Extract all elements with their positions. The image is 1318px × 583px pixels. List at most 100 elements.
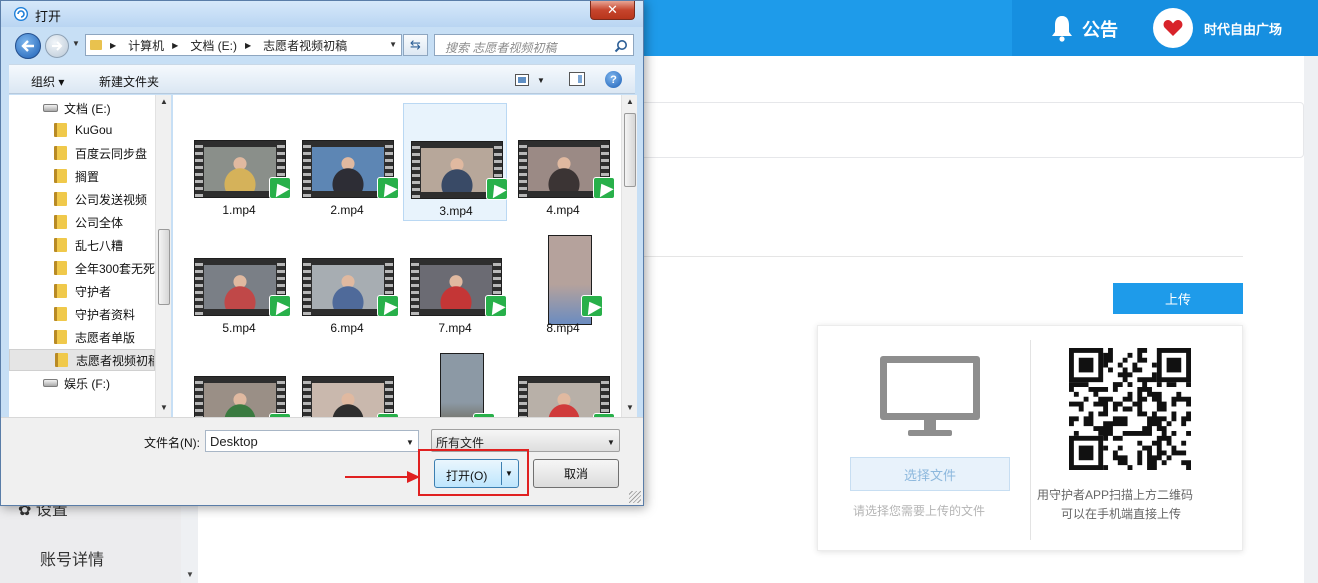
folder-icon xyxy=(54,238,67,252)
arrow-right-icon xyxy=(52,41,63,51)
avatar[interactable] xyxy=(1153,8,1193,48)
panel-divider xyxy=(1030,340,1031,540)
tree-item[interactable]: 文档 (E:) xyxy=(9,97,155,119)
refresh-button[interactable]: ⇆ xyxy=(403,34,428,56)
file-item[interactable]: 7.mp4 xyxy=(403,221,507,339)
tree-item[interactable]: 公司发送视频 xyxy=(9,188,155,210)
file-item[interactable] xyxy=(403,339,507,417)
scroll-up-icon[interactable]: ▲ xyxy=(160,97,168,106)
organize-menu[interactable]: 组织 ▾ xyxy=(31,73,64,90)
file-name: 4.mp4 xyxy=(546,203,580,217)
folder-icon xyxy=(54,307,67,321)
preview-pane-icon[interactable] xyxy=(569,72,585,86)
file-item[interactable]: 1.mp4 xyxy=(187,103,291,221)
forward-button[interactable] xyxy=(45,34,69,58)
resize-grip[interactable] xyxy=(629,491,641,503)
bell-icon[interactable] xyxy=(1050,14,1074,42)
file-item[interactable]: 5.mp4 xyxy=(187,221,291,339)
heart-icon xyxy=(1163,20,1183,36)
tree-item[interactable]: 全年300套无死 xyxy=(9,257,155,279)
upload-button[interactable]: 上传 xyxy=(1113,283,1243,314)
video-app-icon xyxy=(593,177,615,199)
scroll-down-icon[interactable]: ▼ xyxy=(160,403,168,412)
tree-item[interactable]: 志愿者视频初稿 xyxy=(9,349,155,371)
chevron-down-icon[interactable]: ▼ xyxy=(389,40,397,49)
file-item[interactable]: 3.mp4 xyxy=(403,103,508,221)
chevron-down-icon[interactable]: ▼ xyxy=(607,438,615,447)
tree-item[interactable]: 志愿者单版 xyxy=(9,326,155,348)
file-item[interactable] xyxy=(511,339,615,417)
file-list-scrollbar[interactable]: ▲ ▼ xyxy=(621,95,637,417)
drive-icon xyxy=(43,104,58,112)
folder-icon xyxy=(55,353,68,367)
video-frame xyxy=(312,147,384,191)
new-folder-button[interactable]: 新建文件夹 xyxy=(99,73,159,90)
video-frame xyxy=(420,265,492,309)
file-item[interactable]: 2.mp4 xyxy=(295,103,399,221)
folder-icon xyxy=(54,123,67,137)
tree-item[interactable]: 乱七八糟 xyxy=(9,234,155,256)
file-item[interactable] xyxy=(295,339,399,417)
breadcrumb-computer[interactable]: 计算机 xyxy=(128,37,164,54)
divider xyxy=(640,256,1243,257)
video-app-icon xyxy=(486,178,508,200)
film-strip xyxy=(303,141,311,197)
scrollbar-thumb[interactable] xyxy=(624,113,636,187)
search-icon[interactable] xyxy=(614,39,628,53)
search-placeholder: 搜索 志愿者视频初稿 xyxy=(445,41,557,55)
back-button[interactable] xyxy=(15,33,41,59)
film-strip xyxy=(601,377,609,417)
navigation-scrollbar[interactable]: ▲ ▼ xyxy=(155,95,171,417)
breadcrumb-drive[interactable]: 文档 (E:) xyxy=(190,37,237,54)
navigation-pane: 文档 (E:) KuGou 百度云同步盘搁置公司发送视频 公司全体 乱七八糟 全年300套… xyxy=(9,95,171,417)
sidebar-scroll-down-icon[interactable]: ▼ xyxy=(186,570,194,579)
file-name: 7.mp4 xyxy=(438,321,472,335)
user-name[interactable]: 时代自由广场 xyxy=(1204,19,1282,38)
chevron-down-icon[interactable]: ▼ xyxy=(406,438,414,447)
filename-field[interactable]: Desktop xyxy=(205,430,419,452)
scroll-up-icon[interactable]: ▲ xyxy=(626,97,634,106)
file-item[interactable]: 4.mp4 xyxy=(511,103,615,221)
tree-item-label: 守护者资料 xyxy=(75,307,136,322)
chevron-right-icon[interactable]: ▶ xyxy=(172,41,178,50)
tree-item[interactable]: 守护者 xyxy=(9,280,155,302)
close-icon[interactable]: ✕ xyxy=(590,1,635,20)
cancel-button[interactable]: 取消 xyxy=(533,459,619,488)
tree-item[interactable]: 娱乐 (F:) xyxy=(9,372,155,394)
tree-item[interactable]: 搁置 xyxy=(9,165,155,187)
file-name: 5.mp4 xyxy=(222,321,256,335)
film-strip xyxy=(195,259,203,315)
file-name: 3.mp4 xyxy=(439,204,473,218)
arrow-right-icon xyxy=(345,471,420,483)
file-item[interactable]: 8.mp4 xyxy=(511,221,615,339)
file-item[interactable]: 6.mp4 xyxy=(295,221,399,339)
breadcrumb-folder[interactable]: 志愿者视频初稿 xyxy=(263,37,347,54)
monitor-icon xyxy=(880,356,980,436)
folder-icon xyxy=(90,40,102,50)
page-gutter xyxy=(1304,56,1318,583)
change-view-button[interactable]: ▼ xyxy=(515,72,553,88)
tree-item[interactable]: 公司全体 xyxy=(9,211,155,233)
scroll-down-icon[interactable]: ▼ xyxy=(626,403,634,412)
folder-icon xyxy=(54,146,67,160)
history-dropdown-icon[interactable]: ▼ xyxy=(72,39,80,48)
filename-label: 文件名(N): xyxy=(144,436,200,450)
file-item[interactable] xyxy=(187,339,291,417)
search-input[interactable]: 搜索 志愿者视频初稿 xyxy=(434,34,634,56)
address-bar[interactable]: ▶ 计算机 ▶ 文档 (E:) ▶ 志愿者视频初稿 ▼ xyxy=(85,34,402,56)
chevron-right-icon[interactable]: ▶ xyxy=(245,41,251,50)
dialog-titlebar[interactable] xyxy=(1,1,643,27)
help-icon[interactable]: ? xyxy=(605,71,622,88)
scrollbar-thumb[interactable] xyxy=(158,229,170,305)
choose-file-button[interactable]: 选择文件 xyxy=(850,457,1010,491)
chevron-right-icon[interactable]: ▶ xyxy=(110,41,116,50)
sidebar-item-account[interactable]: 账号详情 xyxy=(40,546,104,570)
video-thumbnail xyxy=(518,376,610,417)
tree-item[interactable]: KuGou xyxy=(9,119,155,141)
tree-item[interactable]: 守护者资料 xyxy=(9,303,155,325)
tree-item-label: 搁置 xyxy=(75,169,100,184)
notice-link[interactable]: 公告 xyxy=(1082,16,1118,42)
video-app-icon xyxy=(581,295,603,317)
qr-code[interactable] xyxy=(1069,348,1191,470)
tree-item[interactable]: 百度云同步盘 xyxy=(9,142,155,164)
